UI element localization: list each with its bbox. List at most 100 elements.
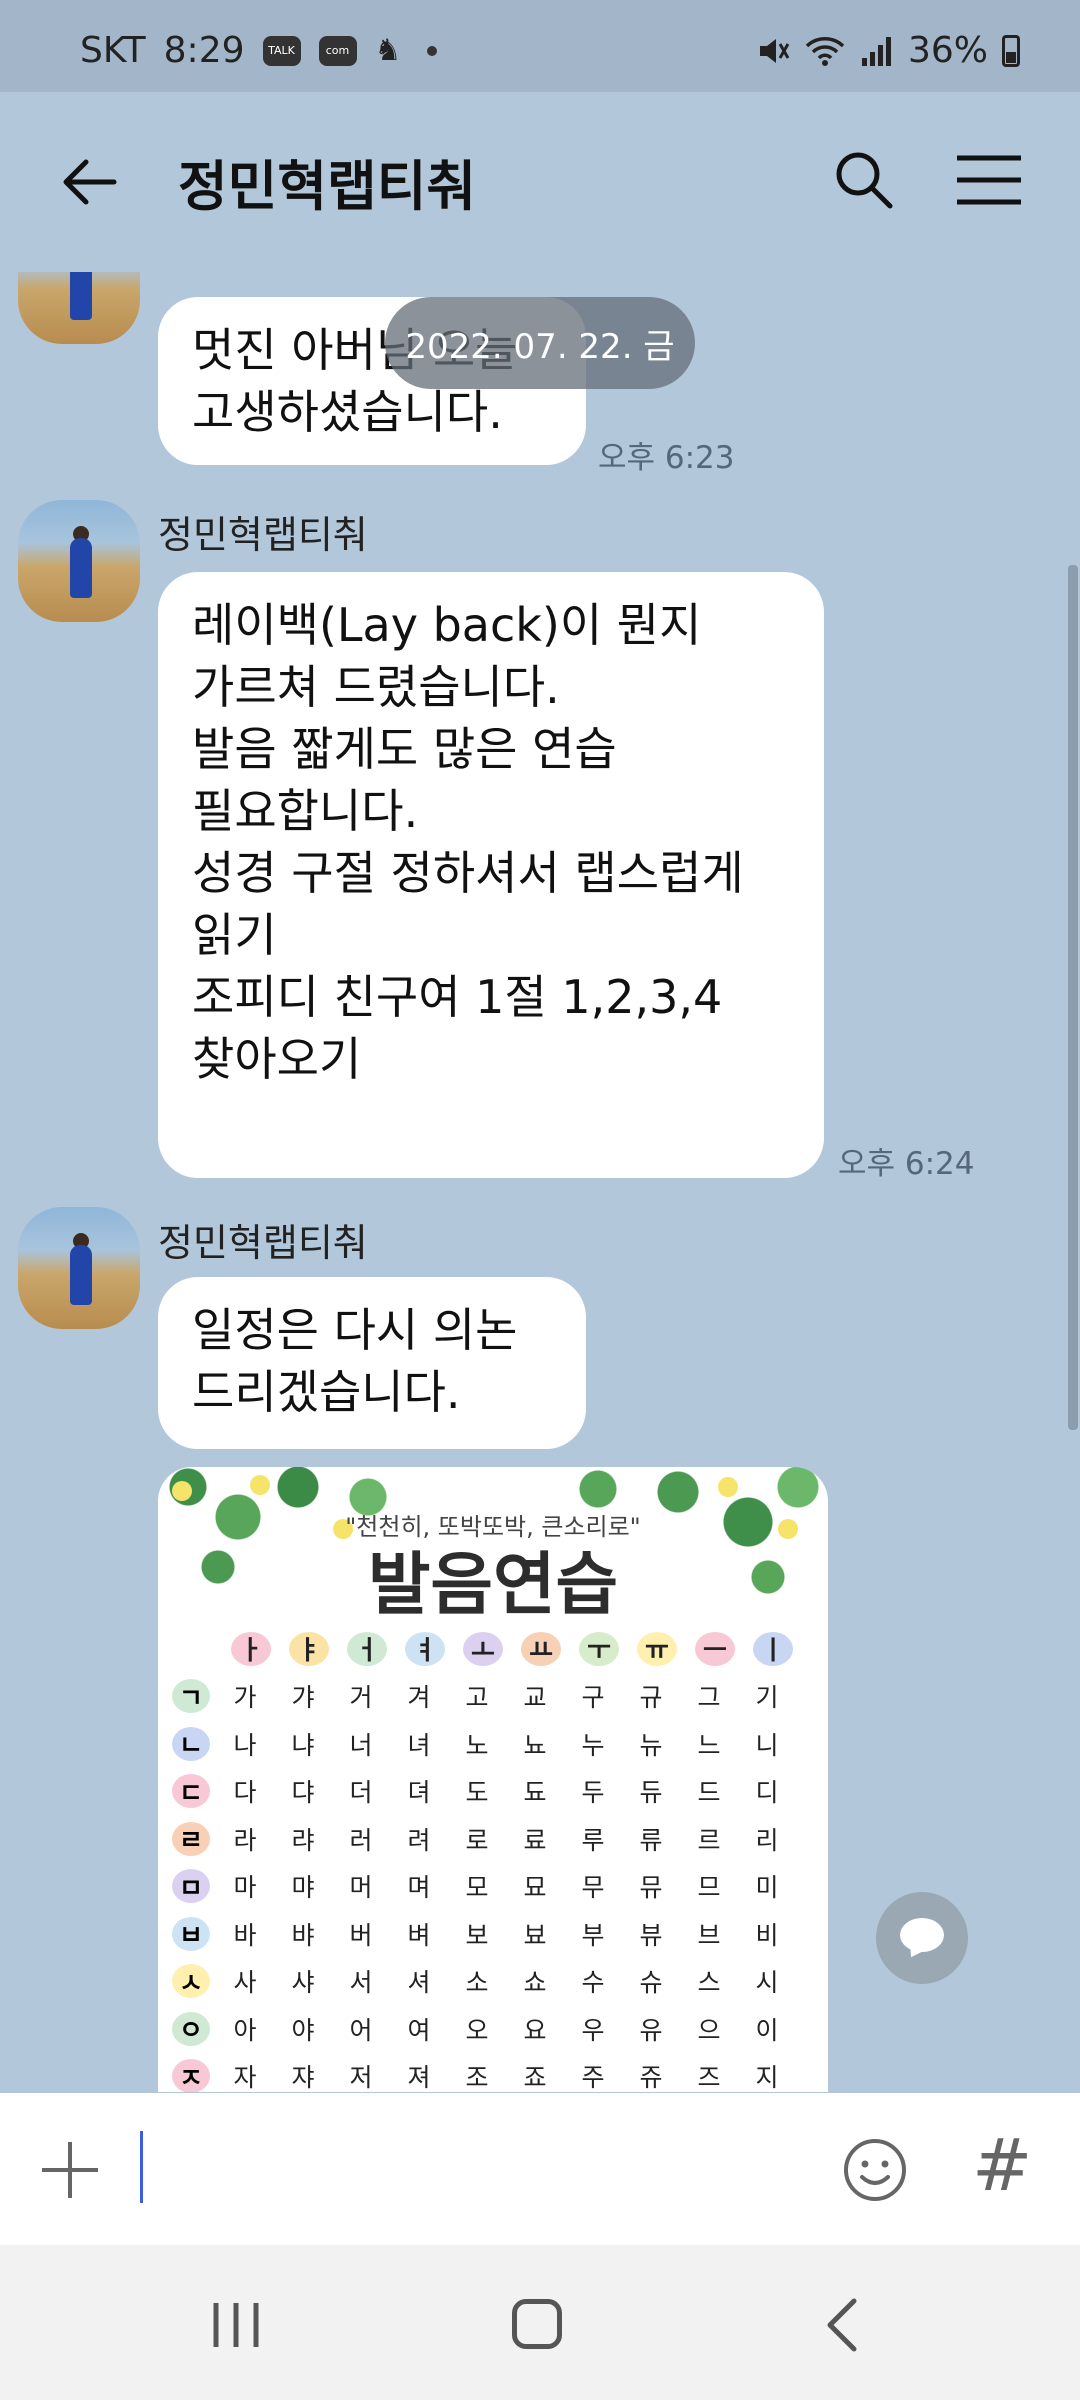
syllable-cell: 르 — [697, 1825, 721, 1855]
emoji-icon[interactable] — [842, 2137, 908, 2203]
plus-icon[interactable] — [38, 2138, 102, 2202]
syllable-cell: 녀 — [407, 1730, 431, 1760]
chat-bubble-button[interactable] — [876, 1892, 968, 1984]
syllable-cell: 다 — [233, 1778, 257, 1808]
image-message[interactable]: "천천히, 또박또박, 큰소리로" 발음연습 ㅏ ㅑ ㅓ ㅕ ㅗ ㅛ ㅜ ㅠ ㅡ… — [158, 1467, 828, 2092]
syllable-cell: 리 — [755, 1825, 779, 1855]
syllable-cell: 스 — [697, 1968, 721, 1998]
syllable-cell: 갸 — [291, 1683, 315, 1713]
syllable-cell: 누 — [581, 1730, 605, 1760]
syllable-cell: 자 — [233, 2063, 257, 2092]
syllable-cell: 로 — [465, 1825, 489, 1855]
syllable-cell: 비 — [755, 1920, 779, 1950]
carrier-label: SKT — [80, 30, 146, 71]
syllable-cell: 뱌 — [291, 1920, 315, 1950]
syllable-cell: 서 — [349, 1968, 373, 1998]
vowel-label: ㅕ — [405, 1631, 445, 1666]
scrollbar[interactable] — [1068, 565, 1078, 1430]
consonant-label: ㄹ — [172, 1821, 210, 1856]
card-title: 발음연습 — [367, 1546, 619, 1625]
system-nav-bar — [0, 2245, 1080, 2400]
avatar[interactable] — [18, 500, 140, 622]
syllable-cell: 두 — [581, 1778, 605, 1808]
vowel-label: ㅣ — [753, 1631, 793, 1666]
grid-row: ㅈ자 쟈 저 져 조 죠 주 쥬 즈 지 — [172, 2053, 802, 2092]
syllable-cell: 슈 — [639, 1968, 663, 1998]
wifi-icon — [805, 36, 845, 66]
avatar[interactable] — [18, 272, 140, 344]
syllable-cell: 보 — [465, 1920, 489, 1950]
syllable-cell: 죠 — [523, 2063, 547, 2092]
syllable-cell: 아 — [233, 2015, 257, 2045]
hashtag-button[interactable]: # — [972, 2123, 1032, 2207]
syllable-cell: 우 — [581, 2015, 605, 2045]
syllable-cell: 이 — [755, 2015, 779, 2045]
syllable-cell: 져 — [407, 2063, 431, 2092]
vowel-label: ㅠ — [637, 1631, 677, 1666]
syllable-cell: 뮤 — [639, 1873, 663, 1903]
syllable-cell: 으 — [697, 2015, 721, 2045]
search-icon[interactable] — [830, 146, 896, 212]
syllable-cell: 야 — [291, 2015, 315, 2045]
syllable-cell: 라 — [233, 1825, 257, 1855]
status-bar: SKT 8:29 TALK com ♞ 36% — [0, 0, 1080, 92]
grid-row: ㅅ사 샤 서 셔 소 쇼 수 슈 스 시 — [172, 1958, 802, 2006]
syllable-cell: 주 — [581, 2063, 605, 2092]
vowel-label: ㅑ — [289, 1631, 329, 1666]
syllable-cell: 며 — [407, 1873, 431, 1903]
grid-row: ㄱ가 갸 거 겨 고 교 구 규 그 기 — [172, 1673, 802, 1721]
syllable-cell: 냐 — [291, 1730, 315, 1760]
chat-message-list[interactable]: 멋진 아버님 오늘 고생하셨습니다. 오후 6:23 2022. 07. 22.… — [0, 272, 1080, 2092]
vowel-label: ㅜ — [579, 1631, 619, 1666]
consonant-label: ㅂ — [172, 1916, 210, 1951]
syllable-cell: 셔 — [407, 1968, 431, 1998]
sender-name: 정민혁랩티춰 — [158, 1221, 368, 1265]
grid-row: ㅁ마 먀 머 며 모 묘 무 뮤 므 미 — [172, 1863, 802, 1911]
syllable-cell: 요 — [523, 2015, 547, 2045]
syllable-cell: 브 — [697, 1920, 721, 1950]
syllable-cell: 바 — [233, 1920, 257, 1950]
vowel-label: ㅡ — [695, 1631, 735, 1666]
hamburger-menu-icon[interactable] — [955, 154, 1023, 206]
syllable-cell: 모 — [465, 1873, 489, 1903]
syllable-cell: 구 — [581, 1683, 605, 1713]
message-input[interactable] — [140, 2131, 143, 2203]
grid-row: ㅇ아 야 어 여 오 요 우 유 으 이 — [172, 2005, 802, 2053]
message-bubble[interactable]: 일정은 다시 의논 드리겠습니다. — [158, 1277, 586, 1449]
syllable-cell: 교 — [523, 1683, 547, 1713]
syllable-cell: 어 — [349, 2015, 373, 2045]
syllable-cell: 머 — [349, 1873, 373, 1903]
back-icon[interactable] — [822, 2297, 862, 2353]
clock: 8:29 — [163, 30, 245, 71]
syllable-cell: 디 — [755, 1778, 779, 1808]
syllable-cell: 뎌 — [407, 1778, 431, 1808]
syllable-cell: 노 — [465, 1730, 489, 1760]
syllable-cell: 오 — [465, 2015, 489, 2045]
arrow-left-icon[interactable] — [58, 150, 122, 214]
grid-row: ㅂ바 뱌 버 벼 보 뵤 부 뷰 브 비 — [172, 1910, 802, 1958]
syllable-cell: 그 — [697, 1683, 721, 1713]
date-divider: 2022. 07. 22. 금 — [385, 297, 695, 389]
home-icon[interactable] — [512, 2299, 562, 2349]
syllable-cell: 듀 — [639, 1778, 663, 1808]
syllable-cell: 여 — [407, 2015, 431, 2045]
syllable-cell: 뉴 — [639, 1730, 663, 1760]
battery-icon — [1002, 34, 1020, 67]
grid-row: ㄹ라 랴 러 려 로 료 루 류 르 리 — [172, 1815, 802, 1863]
message-input-bar: # — [0, 2093, 1080, 2245]
syllable-cell: 쥬 — [639, 2063, 663, 2092]
syllable-cell: 나 — [233, 1730, 257, 1760]
syllable-cell: 지 — [755, 2063, 779, 2092]
vowel-label: ㅓ — [347, 1631, 387, 1666]
avatar[interactable] — [18, 1207, 140, 1329]
syllable-cell: 루 — [581, 1825, 605, 1855]
syllable-cell: 겨 — [407, 1683, 431, 1713]
consonant-label: ㄱ — [172, 1679, 210, 1714]
syllable-cell: 저 — [349, 2063, 373, 2092]
syllable-cell: 도 — [465, 1778, 489, 1808]
syllable-cell: 샤 — [291, 1968, 315, 1998]
message-bubble[interactable]: 레이백(Lay back)이 뭔지 가르쳐 드렸습니다. 발음 짧게도 많은 연… — [158, 572, 824, 1178]
syllable-cell: 무 — [581, 1873, 605, 1903]
battery-percent: 36% — [907, 30, 988, 71]
recent-apps-icon[interactable] — [210, 2301, 262, 2349]
